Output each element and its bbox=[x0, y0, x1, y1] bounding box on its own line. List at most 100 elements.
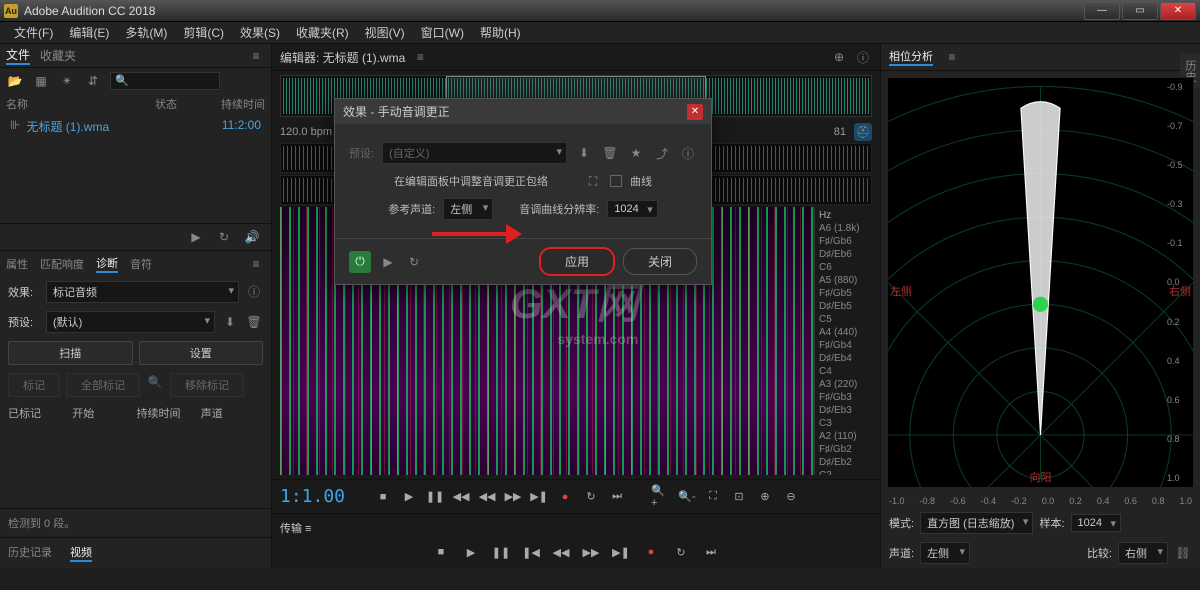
apply-button[interactable]: 应用 bbox=[539, 247, 615, 276]
tab-diagnostics[interactable]: 诊断 bbox=[96, 255, 118, 273]
preview-play-icon[interactable]: ▶ bbox=[379, 253, 397, 271]
zoom-in-icon[interactable]: 🔍+ bbox=[651, 487, 671, 507]
tab-properties[interactable]: 属性 bbox=[6, 256, 28, 272]
marker-col-duration[interactable]: 持续时间 bbox=[137, 405, 199, 421]
menu-help[interactable]: 帮助(H) bbox=[474, 22, 527, 43]
tp-stop[interactable]: ■ bbox=[431, 542, 451, 562]
resolution-dropdown[interactable]: 1024 bbox=[607, 200, 657, 218]
settings-button[interactable]: 设置 bbox=[139, 341, 264, 365]
close-dialog-button[interactable]: 关闭 bbox=[623, 248, 697, 275]
editor-menu-icon[interactable]: ≡ bbox=[411, 48, 429, 66]
power-button[interactable]: ⏻ bbox=[349, 251, 371, 273]
delete-preset-icon[interactable]: 🗑 bbox=[601, 144, 619, 162]
dialog-close-button[interactable]: ✕ bbox=[687, 104, 703, 120]
scan-button[interactable]: 扫描 bbox=[8, 341, 133, 365]
link-icon[interactable]: ⤴ bbox=[653, 144, 671, 162]
close-button[interactable]: ✕ bbox=[1160, 2, 1196, 20]
record-button[interactable]: ● bbox=[555, 487, 575, 507]
marker-col-start[interactable]: 开始 bbox=[72, 405, 134, 421]
phase-display[interactable]: 左侧 右侧 向阳 -0.9-0.7-0.5 -0.3-0.10.0 0.20.4… bbox=[887, 77, 1194, 488]
tp-rew[interactable]: ◀◀ bbox=[551, 542, 571, 562]
tp-pause[interactable]: ❚❚ bbox=[491, 542, 511, 562]
minimize-button[interactable]: — bbox=[1084, 2, 1120, 20]
mode-dropdown[interactable]: 直方图 (日志缩放) bbox=[920, 512, 1033, 534]
zoom-in-v-icon[interactable]: ⊕ bbox=[755, 487, 775, 507]
panel-menu-icon[interactable]: ≡ bbox=[247, 255, 265, 273]
files-search-input[interactable] bbox=[110, 72, 220, 90]
zoom-sel-icon[interactable]: ⊡ bbox=[729, 487, 749, 507]
tp-loop[interactable]: ↻ bbox=[671, 542, 691, 562]
file-row[interactable]: ⊪ 无标题 (1).wma 11:2:00 bbox=[0, 114, 271, 139]
open-file-icon[interactable]: 📂 bbox=[6, 72, 24, 90]
info-icon[interactable]: ⓘ bbox=[679, 144, 697, 162]
expand-icon[interactable]: ⛶ bbox=[584, 172, 602, 190]
star-icon[interactable]: ★ bbox=[627, 144, 645, 162]
menu-window[interactable]: 窗口(W) bbox=[415, 22, 470, 43]
col-name[interactable]: 名称 bbox=[6, 96, 155, 112]
menu-clip[interactable]: 剪辑(C) bbox=[177, 22, 230, 43]
menu-multitrack[interactable]: 多轨(M) bbox=[119, 22, 173, 43]
tp-start[interactable]: ❚◀ bbox=[521, 542, 541, 562]
link-icon[interactable]: ⛓ bbox=[1174, 544, 1192, 562]
zoom-fit-icon[interactable]: ⛶ bbox=[703, 487, 723, 507]
sort-icon[interactable]: ⇵ bbox=[84, 72, 102, 90]
speaker-icon[interactable]: 🔊 bbox=[243, 228, 261, 246]
record-icon[interactable]: ✴ bbox=[58, 72, 76, 90]
loop-button[interactable]: ↻ bbox=[581, 487, 601, 507]
loop-icon[interactable]: ↻ bbox=[215, 228, 233, 246]
next-button[interactable]: ▶❚ bbox=[529, 487, 549, 507]
col-status[interactable]: 状态 bbox=[155, 96, 205, 112]
info-icon[interactable]: ⓘ bbox=[245, 283, 263, 301]
menu-edit[interactable]: 编辑(E) bbox=[63, 22, 115, 43]
tab-favorites[interactable]: 收藏夹 bbox=[40, 47, 76, 64]
dialog-preset-dropdown[interactable]: (自定义) bbox=[382, 142, 567, 164]
menu-file[interactable]: 文件(F) bbox=[8, 22, 59, 43]
tp-rec[interactable]: ● bbox=[641, 542, 661, 562]
ref-channel-dropdown[interactable]: 左侧 bbox=[443, 198, 493, 220]
col-duration[interactable]: 持续时间 bbox=[205, 96, 265, 112]
zoom-out-v-icon[interactable]: ⊖ bbox=[781, 487, 801, 507]
tp-fwd[interactable]: ▶▶ bbox=[581, 542, 601, 562]
tab-video[interactable]: 视频 bbox=[70, 544, 92, 562]
tab-files[interactable]: 文件 bbox=[6, 46, 30, 65]
marker-col-channel[interactable]: 声道 bbox=[201, 405, 263, 421]
tab-loudness[interactable]: 匹配响度 bbox=[40, 256, 84, 272]
curve-checkbox[interactable] bbox=[610, 175, 622, 187]
panel-menu-icon[interactable]: ≡ bbox=[943, 48, 961, 66]
tp-end[interactable]: ▶❚ bbox=[611, 542, 631, 562]
channel-dropdown[interactable]: 左侧 bbox=[920, 542, 970, 564]
search-icon[interactable]: 🔍 bbox=[146, 373, 164, 391]
forward-button[interactable]: ▶▶ bbox=[503, 487, 523, 507]
zoom-out-icon[interactable]: 🔍- bbox=[677, 487, 697, 507]
preview-loop-icon[interactable]: ↻ bbox=[405, 253, 423, 271]
pause-button[interactable]: ❚❚ bbox=[425, 487, 445, 507]
stop-button[interactable]: ■ bbox=[373, 487, 393, 507]
compare-dropdown[interactable]: 右侧 bbox=[1118, 542, 1168, 564]
samples-dropdown[interactable]: 1024 bbox=[1071, 514, 1121, 532]
save-preset-icon[interactable]: ⬇ bbox=[221, 313, 239, 331]
tab-phase[interactable]: 相位分析 bbox=[889, 48, 933, 66]
tp-play[interactable]: ▶ bbox=[461, 542, 481, 562]
tp-skip[interactable]: ⏭ bbox=[701, 542, 721, 562]
menu-favorites[interactable]: 收藏夹(R) bbox=[290, 22, 355, 43]
skip-button[interactable]: ⏭ bbox=[607, 487, 627, 507]
preset-dropdown[interactable]: (默认) bbox=[46, 311, 215, 333]
save-preset-icon[interactable]: ⬇ bbox=[575, 144, 593, 162]
play-icon[interactable]: ▶ bbox=[187, 228, 205, 246]
hud-icon[interactable]: ⛑ bbox=[854, 123, 872, 141]
delete-preset-icon[interactable]: 🗑 bbox=[245, 313, 263, 331]
effect-dropdown[interactable]: 标记音频 bbox=[46, 281, 239, 303]
new-file-icon[interactable]: ▦ bbox=[32, 72, 50, 90]
tab-history[interactable]: 历史记录 bbox=[8, 544, 52, 562]
maximize-button[interactable]: ▭ bbox=[1122, 2, 1158, 20]
marker-col-marked[interactable]: 已标记 bbox=[8, 405, 70, 421]
menu-view[interactable]: 视图(V) bbox=[359, 22, 411, 43]
rewind-button[interactable]: ◀◀ bbox=[477, 487, 497, 507]
tab-notes[interactable]: 音符 bbox=[130, 256, 152, 272]
play-button[interactable]: ▶ bbox=[399, 487, 419, 507]
menu-effects[interactable]: 效果(S) bbox=[234, 22, 286, 43]
zoom-target-icon[interactable]: ⊕ bbox=[830, 48, 848, 66]
panel-menu-icon[interactable]: ≡ bbox=[247, 47, 265, 65]
prev-button[interactable]: ◀◀ bbox=[451, 487, 471, 507]
info-icon[interactable]: ⓘ bbox=[854, 48, 872, 66]
